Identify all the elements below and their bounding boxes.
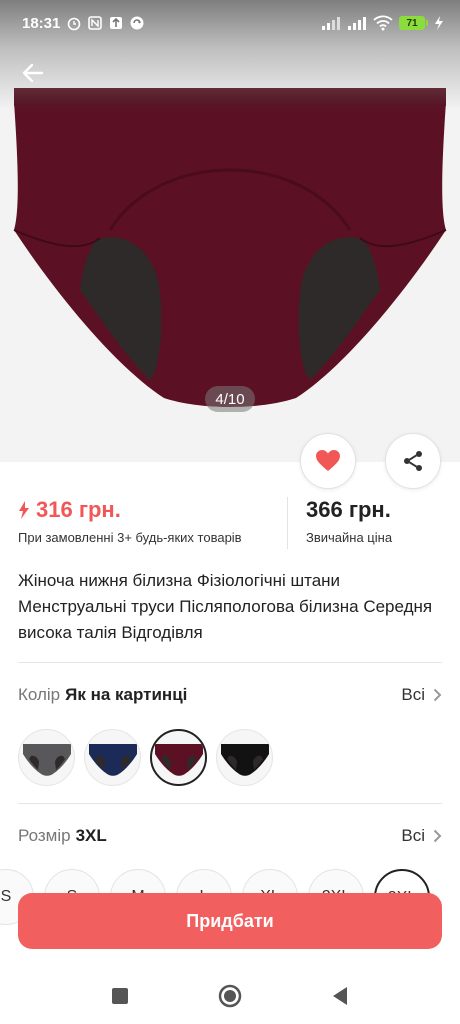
divider: [18, 803, 442, 804]
product-photo: [13, 88, 447, 407]
color-swatches: [18, 729, 273, 786]
share-icon: [404, 451, 422, 471]
image-counter: 4/10: [205, 386, 255, 412]
size-option-row[interactable]: Розмір 3XL Всі: [18, 824, 442, 848]
color-swatch[interactable]: [18, 729, 75, 786]
charging-icon: [435, 16, 443, 30]
promo-price-note: При замовленні 3+ будь-яких товарів: [18, 530, 242, 545]
nfc-icon: [88, 16, 103, 30]
color-option-row[interactable]: Колір Як на картинці Всі: [18, 683, 442, 707]
color-swatch[interactable]: [216, 729, 273, 786]
circle-icon: [218, 984, 242, 1008]
divider: [18, 662, 442, 663]
price-section: 316 грн. При замовленні 3+ будь-яких тов…: [18, 497, 442, 549]
alarm-icon: [68, 17, 81, 31]
status-bar: 18:31 71: [0, 0, 460, 46]
product-thumbnail: [154, 743, 203, 776]
product-image-gallery[interactable]: 4/10: [0, 0, 460, 462]
chevron-right-icon: [433, 688, 442, 702]
favorite-button[interactable]: [300, 433, 356, 489]
color-all-button[interactable]: Всі: [401, 685, 442, 705]
home-button[interactable]: [215, 981, 245, 1011]
arrow-left-icon: [22, 63, 44, 83]
battery-icon: 71: [399, 16, 428, 30]
size-value: 3XL: [75, 826, 107, 845]
triangle-back-icon: [333, 987, 347, 1005]
system-nav-bar: [0, 968, 460, 1024]
size-chip-label: S: [0, 888, 12, 905]
wifi-icon: [373, 15, 393, 31]
back-button[interactable]: [18, 58, 48, 88]
color-swatch[interactable]: [150, 729, 207, 786]
regular-price: 366 грн.: [306, 497, 391, 522]
promo-price-block: 316 грн. При замовленні 3+ будь-яких тов…: [18, 497, 288, 549]
sync-icon: [130, 16, 144, 30]
back-nav-button[interactable]: [325, 981, 355, 1011]
size-all-label: Всі: [401, 826, 425, 845]
buy-button[interactable]: Придбати: [18, 893, 442, 949]
upload-icon: [110, 17, 123, 29]
share-button[interactable]: [385, 433, 441, 489]
regular-price-block: 366 грн. Звичайна ціна: [288, 497, 392, 549]
color-swatch[interactable]: [84, 729, 141, 786]
status-time: 18:31: [22, 14, 61, 32]
regular-price-note: Звичайна ціна: [306, 530, 393, 545]
size-label: Розмір: [18, 826, 71, 845]
color-value: Як на картинці: [65, 685, 188, 704]
color-label: Колір: [18, 685, 61, 704]
recents-button[interactable]: [105, 981, 135, 1011]
color-all-label: Всі: [401, 685, 425, 704]
product-thumbnail: [220, 743, 269, 776]
signal-icon: [348, 17, 366, 30]
product-title: Жіноча нижня білизна Фізіологічні штани …: [18, 571, 433, 642]
battery-level: 71: [399, 16, 425, 30]
lightning-icon: [19, 501, 29, 519]
heart-icon: [316, 450, 340, 471]
product-thumbnail: [88, 743, 137, 776]
product-thumbnail: [22, 743, 71, 776]
chevron-right-icon: [433, 829, 442, 843]
signal-icon: [322, 17, 340, 30]
promo-price: 316 грн.: [36, 497, 121, 522]
square-icon: [112, 988, 128, 1004]
size-all-button[interactable]: Всі: [401, 826, 442, 846]
